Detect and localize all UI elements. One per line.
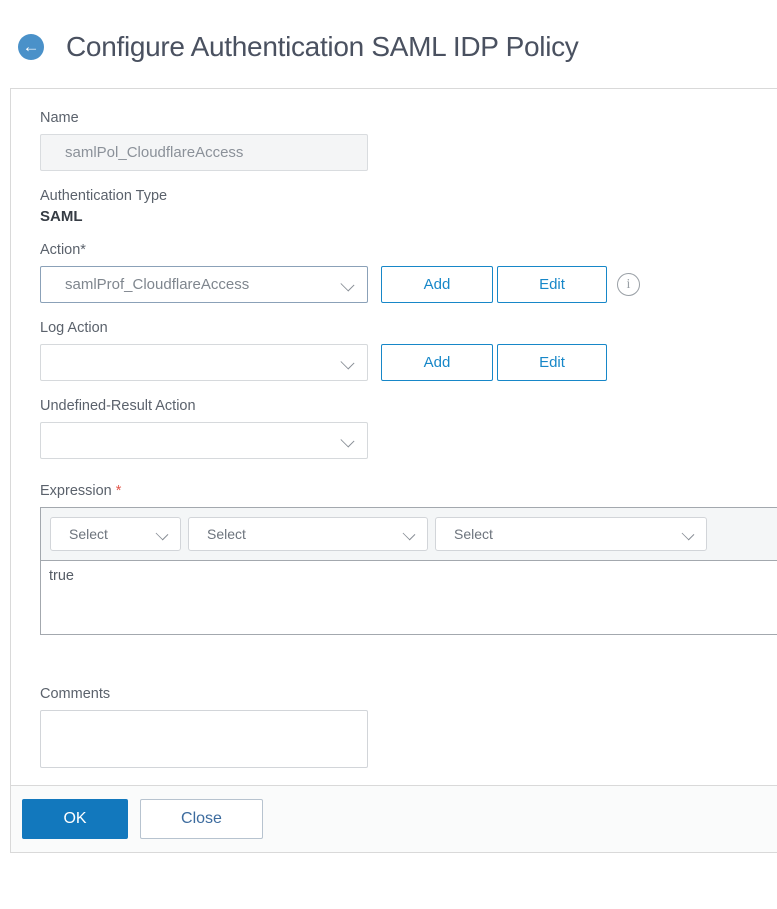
page-header: ← Configure Authentication SAML IDP Poli…	[18, 31, 777, 62]
log-action-select[interactable]	[40, 344, 368, 381]
expression-select-1-value: Select	[69, 526, 108, 542]
chevron-down-icon	[340, 433, 355, 448]
log-action-edit-button[interactable]: Edit	[497, 344, 607, 381]
expression-select-3-value: Select	[454, 526, 493, 542]
undefined-result-action-label: Undefined-Result Action	[40, 398, 196, 414]
chevron-down-icon	[340, 355, 355, 370]
name-input	[40, 134, 368, 171]
footer-bar: OK Close	[11, 785, 777, 853]
expression-label-text: Expression	[40, 483, 112, 499]
expression-operand-select-3[interactable]: Select	[435, 517, 707, 551]
expression-group: Expression * Select Select Select true	[40, 483, 777, 635]
auth-type-group: Authentication Type SAML	[40, 188, 777, 225]
auth-type-label: Authentication Type	[40, 188, 168, 204]
page-title: Configure Authentication SAML IDP Policy	[66, 31, 579, 62]
action-label: Action*	[40, 242, 86, 258]
close-button[interactable]: Close	[140, 799, 263, 839]
chevron-down-icon	[402, 527, 416, 541]
action-select-value: samlProf_CloudflareAccess	[65, 276, 250, 293]
chevron-down-icon	[340, 277, 355, 292]
undefined-result-action-select[interactable]	[40, 422, 368, 459]
expression-operand-select-1[interactable]: Select	[50, 517, 181, 551]
log-action-add-button[interactable]: Add	[381, 344, 493, 381]
expression-select-2-value: Select	[207, 526, 246, 542]
log-action-field-group: Log Action Add Edit	[40, 320, 777, 381]
arrow-left-icon: ←	[22, 36, 40, 56]
info-icon[interactable]: i	[617, 273, 640, 296]
expression-label: Expression *	[40, 483, 777, 499]
chevron-down-icon	[155, 527, 169, 541]
back-button[interactable]: ←	[18, 34, 44, 60]
ok-button[interactable]: OK	[22, 799, 128, 839]
name-label: Name	[40, 110, 79, 126]
action-field-group: Action* samlProf_CloudflareAccess Add Ed…	[40, 242, 777, 303]
info-icon-glyph: i	[626, 276, 631, 292]
comments-group: Comments	[40, 686, 777, 768]
undefined-result-action-group: Undefined-Result Action	[40, 398, 777, 459]
action-add-button[interactable]: Add	[381, 266, 493, 303]
comments-label: Comments	[40, 686, 111, 702]
required-asterisk: *	[115, 483, 122, 499]
action-edit-button[interactable]: Edit	[497, 266, 607, 303]
form-panel: Name Authentication Type SAML Action* sa…	[10, 88, 777, 853]
expression-operand-select-2[interactable]: Select	[188, 517, 428, 551]
chevron-down-icon	[681, 527, 695, 541]
log-action-label: Log Action	[40, 320, 108, 336]
expression-textarea[interactable]: true	[40, 561, 777, 635]
name-field-group: Name	[40, 110, 777, 171]
expression-toolbar: Select Select Select	[40, 507, 777, 561]
comments-textarea[interactable]	[40, 710, 368, 768]
action-select[interactable]: samlProf_CloudflareAccess	[40, 266, 368, 303]
auth-type-value: SAML	[40, 208, 83, 225]
expression-builder: Select Select Select true	[40, 507, 777, 635]
